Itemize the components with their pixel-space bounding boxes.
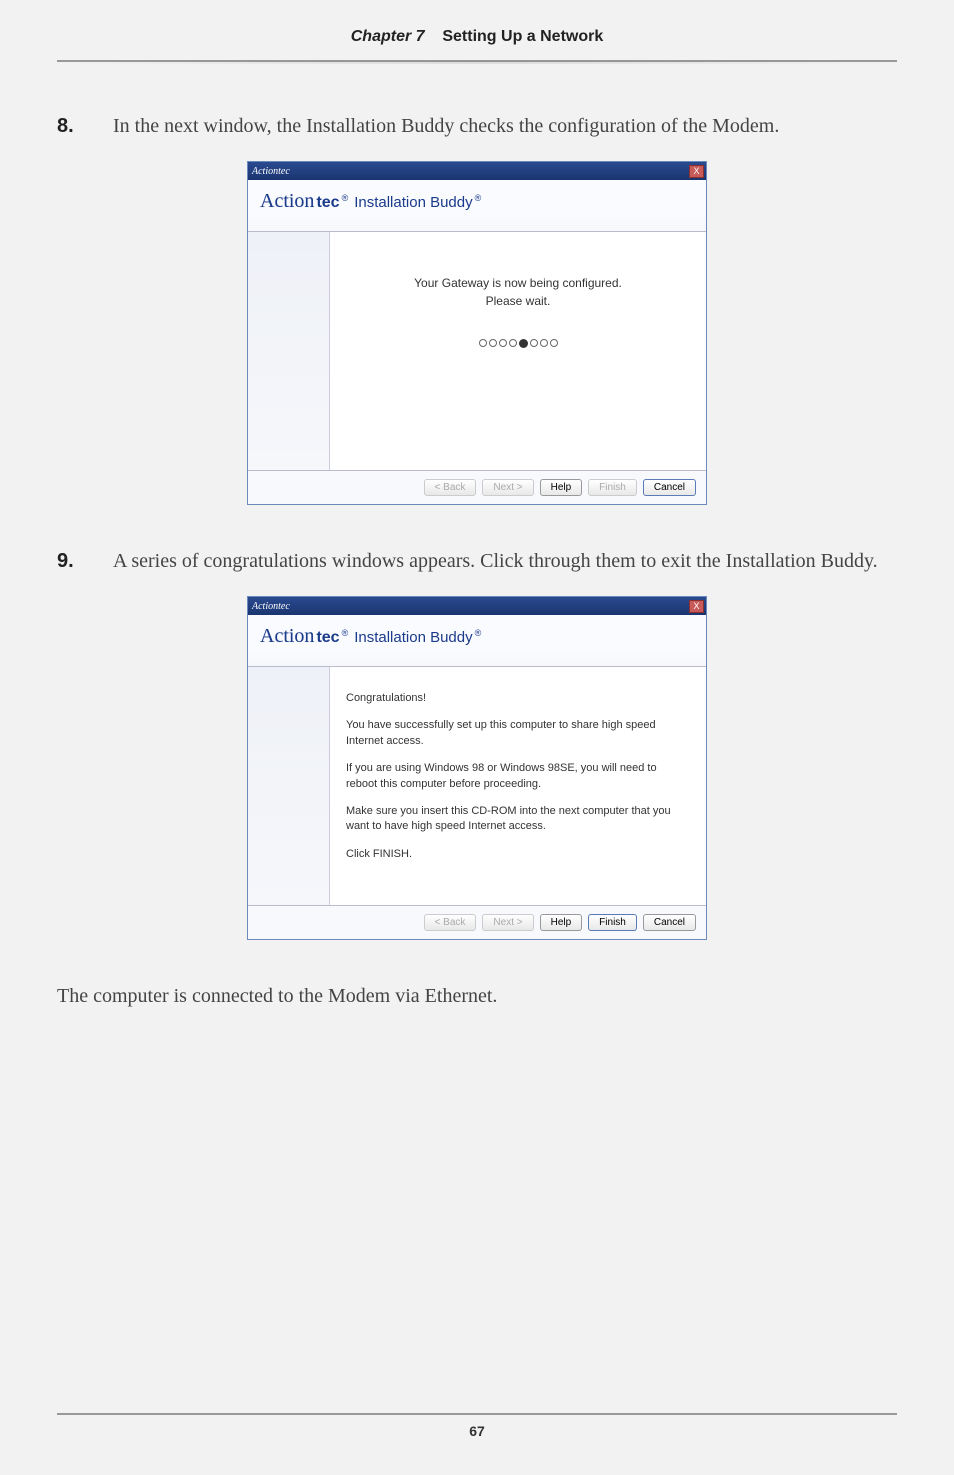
chapter-label: Chapter 7 <box>351 28 425 45</box>
finish-button: Finish <box>588 479 637 496</box>
page-number: 67 <box>0 1423 954 1439</box>
wizard-brand: Actiontec® Installation Buddy® <box>248 180 706 231</box>
next-button: Next > <box>482 479 533 496</box>
brand-reg-2: ® <box>475 628 482 638</box>
congrats-line2: You have successfully set up this comput… <box>346 718 690 749</box>
help-button[interactable]: Help <box>540 479 583 496</box>
back-button: < Back <box>424 914 477 931</box>
step-text: A series of congratulations windows appe… <box>113 547 897 576</box>
config-msg-line1: Your Gateway is now being configured. <box>346 274 690 292</box>
back-button: < Back <box>424 479 477 496</box>
congrats-line5: Click FINISH. <box>346 847 690 862</box>
wizard-titlebar: Actiontec X <box>248 597 706 615</box>
wizard-sidebar <box>248 232 330 470</box>
close-icon[interactable]: X <box>689 165 704 178</box>
brand-reg: ® <box>342 193 349 203</box>
titlebar-text: Actiontec <box>252 601 290 612</box>
brand-script: Action <box>260 625 314 648</box>
help-button[interactable]: Help <box>540 914 583 931</box>
step-number: 9. <box>57 547 113 576</box>
next-button: Next > <box>482 914 533 931</box>
wizard-brand: Actiontec® Installation Buddy® <box>248 615 706 666</box>
wizard-configuring: Actiontec X Actiontec® Installation Budd… <box>247 161 707 505</box>
congrats-line3: If you are using Windows 98 or Windows 9… <box>346 761 690 792</box>
congrats-content: Congratulations! You have successfully s… <box>330 667 706 905</box>
brand-sub: Installation Buddy <box>354 194 472 211</box>
brand-script: Action <box>260 190 314 213</box>
brand-bold: tec <box>316 194 339 212</box>
wizard-titlebar: Actiontec X <box>248 162 706 180</box>
step-8: 8. In the next window, the Installation … <box>57 112 897 141</box>
wizard-sidebar <box>248 667 330 905</box>
footer-divider <box>57 1413 897 1415</box>
titlebar-text: Actiontec <box>252 166 290 177</box>
wizard-button-row: < Back Next > Help Finish Cancel <box>248 906 706 939</box>
step-number: 8. <box>57 112 113 141</box>
brand-reg: ® <box>342 628 349 638</box>
wizard-congrats: Actiontec X Actiontec® Installation Budd… <box>247 596 707 940</box>
congrats-line4: Make sure you insert this CD-ROM into th… <box>346 804 690 835</box>
step-text: In the next window, the Installation Bud… <box>113 112 897 141</box>
cancel-button[interactable]: Cancel <box>643 914 696 931</box>
finish-button[interactable]: Finish <box>588 914 637 931</box>
close-icon[interactable]: X <box>689 600 704 613</box>
congrats-line1: Congratulations! <box>346 691 690 706</box>
cancel-button[interactable]: Cancel <box>643 479 696 496</box>
config-msg-line2: Please wait. <box>346 292 690 310</box>
header-divider <box>57 60 897 62</box>
progress-dots <box>346 338 690 350</box>
brand-reg-2: ® <box>475 193 482 203</box>
brand-sub: Installation Buddy <box>354 629 472 646</box>
wizard-button-row: < Back Next > Help Finish Cancel <box>248 471 706 504</box>
final-line: The computer is connected to the Modem v… <box>57 982 897 1011</box>
chapter-title: Setting Up a Network <box>442 28 603 45</box>
brand-bold: tec <box>316 629 339 647</box>
step-9: 9. A series of congratulations windows a… <box>57 547 897 576</box>
